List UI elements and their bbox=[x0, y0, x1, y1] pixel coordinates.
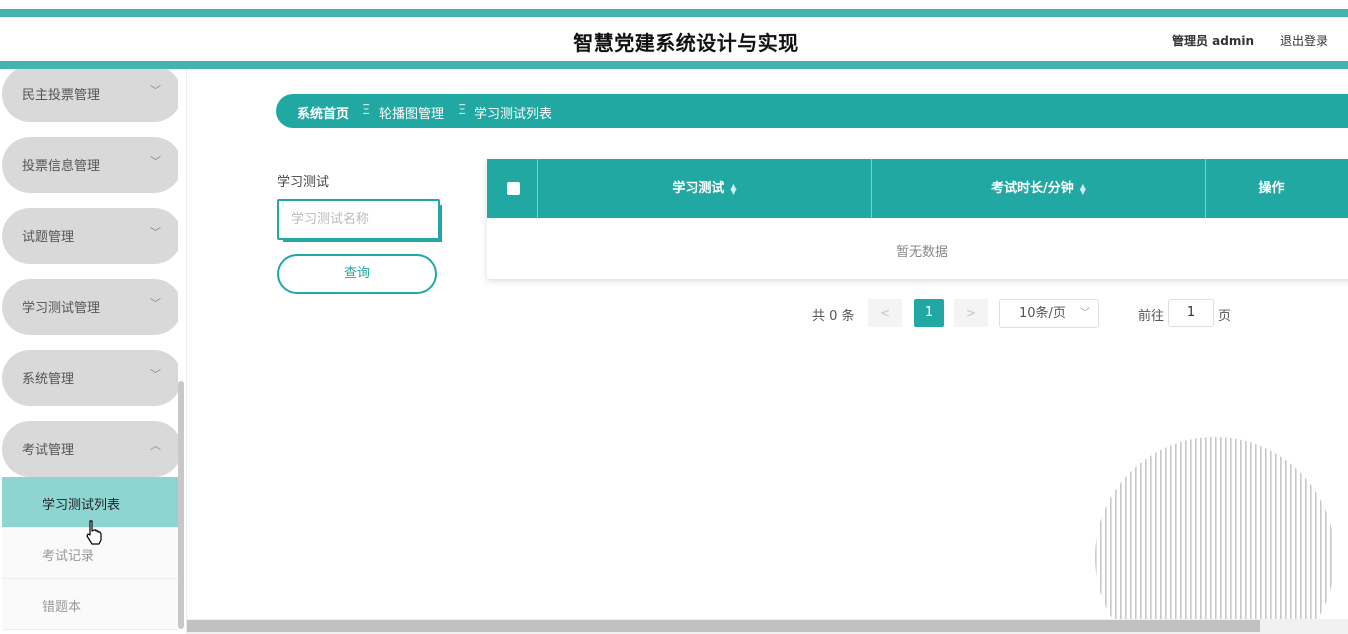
header: 智慧党建系统设计与实现 管理员 admin 退出登录 bbox=[0, 17, 1348, 61]
search-button[interactable]: 查询 bbox=[277, 254, 437, 294]
sidebar-item-exam[interactable]: 考试管理 ︿ bbox=[2, 421, 182, 477]
header-checkbox-cell bbox=[487, 159, 538, 218]
breadcrumb-home[interactable]: 系统首页 bbox=[297, 103, 349, 122]
pagination-total: 共 0 条 bbox=[812, 309, 855, 324]
sort-icon: ▲ ▼ bbox=[730, 181, 737, 196]
sidebar-item-label: 投票信息管理 bbox=[22, 159, 101, 174]
goto-label: 前往 bbox=[1138, 309, 1165, 324]
breadcrumb-current: 学习测试列表 bbox=[474, 107, 553, 122]
sidebar-item-label: 考试管理 bbox=[22, 443, 75, 458]
sidebar-item-vote-manage[interactable]: 民主投票管理 ﹀ bbox=[2, 69, 182, 122]
header-bottom-stripe bbox=[0, 61, 1348, 69]
breadcrumb-separator: Ξ bbox=[458, 103, 467, 118]
sidebar-item-label: 民主投票管理 bbox=[22, 88, 101, 103]
hand-pointer-cursor-icon bbox=[86, 520, 102, 545]
select-all-checkbox[interactable] bbox=[507, 182, 520, 195]
sidebar-subitem-label: 学习测试列表 bbox=[42, 498, 121, 513]
sidebar-subitem-wrong-book[interactable]: 错题本 bbox=[2, 579, 182, 630]
sidebar-item-system[interactable]: 系统管理 ﹀ bbox=[2, 350, 182, 406]
column-header-label: 考试时长/分钟 bbox=[991, 181, 1074, 196]
chevron-down-icon: ﹀ bbox=[1080, 308, 1090, 319]
sidebar-subitem-label: 错题本 bbox=[42, 600, 82, 615]
column-header-study-test[interactable]: 学习测试 ▲ ▼ bbox=[538, 159, 872, 218]
search-input[interactable] bbox=[277, 199, 440, 240]
column-header-actions: 操作 bbox=[1206, 159, 1348, 218]
column-header-label: 学习测试 bbox=[672, 181, 725, 196]
breadcrumb-separator: Ξ bbox=[362, 103, 371, 118]
sidebar-item-label: 试题管理 bbox=[22, 230, 75, 245]
header-top-stripe bbox=[0, 9, 1348, 17]
app-title: 智慧党建系统设计与实现 bbox=[573, 31, 799, 55]
goto-page-input[interactable]: 1 bbox=[1168, 299, 1214, 327]
decorative-striped-circle bbox=[1095, 437, 1335, 622]
prev-page-button[interactable]: < bbox=[868, 299, 902, 327]
goto-suffix: 页 bbox=[1218, 309, 1232, 324]
chevron-down-icon: ﹀ bbox=[150, 297, 161, 310]
page-size-value: 10条/页 bbox=[1019, 306, 1066, 321]
sidebar-item-label: 学习测试管理 bbox=[22, 301, 101, 316]
horizontal-scrollbar-thumb[interactable] bbox=[187, 620, 1260, 632]
current-user: 管理员 admin bbox=[1172, 34, 1255, 48]
sidebar-item-questions[interactable]: 试题管理 ﹀ bbox=[2, 208, 182, 264]
chevron-down-icon: ﹀ bbox=[150, 84, 161, 97]
chevron-down-icon: ﹀ bbox=[150, 155, 161, 168]
sidebar-subitem-label: 考试记录 bbox=[42, 549, 95, 564]
column-header-label: 操作 bbox=[1258, 181, 1285, 196]
page-size-select[interactable]: 10条/页 ﹀ bbox=[999, 299, 1099, 328]
breadcrumb-level2[interactable]: 轮播图管理 bbox=[379, 103, 444, 122]
page-number-current[interactable]: 1 bbox=[914, 299, 944, 327]
sidebar: 民主投票管理 ﹀ 投票信息管理 ﹀ 试题管理 ﹀ 学习测试管理 ﹀ 系统管理 ﹀… bbox=[0, 69, 187, 634]
breadcrumb: 系统首页 Ξ 轮播图管理 Ξ 学习测试列表 bbox=[276, 94, 1348, 128]
sidebar-scrollbar-thumb[interactable] bbox=[178, 381, 184, 629]
chevron-down-icon: ﹀ bbox=[150, 368, 161, 381]
column-header-duration[interactable]: 考试时长/分钟 ▲ ▼ bbox=[872, 159, 1206, 218]
sort-icon: ▲ ▼ bbox=[1079, 181, 1086, 196]
sidebar-item-label: 系统管理 bbox=[22, 372, 75, 387]
chevron-down-icon: ﹀ bbox=[150, 226, 161, 239]
data-table: 学习测试 ▲ ▼ 考试时长/分钟 ▲ ▼ 操作 暂无数据 bbox=[487, 159, 1348, 279]
sidebar-item-vote-info[interactable]: 投票信息管理 ﹀ bbox=[2, 137, 182, 193]
table-header: 学习测试 ▲ ▼ 考试时长/分钟 ▲ ▼ 操作 bbox=[487, 159, 1348, 218]
search-label: 学习测试 bbox=[277, 175, 330, 190]
sidebar-item-study-test[interactable]: 学习测试管理 ﹀ bbox=[2, 279, 182, 335]
empty-state: 暂无数据 bbox=[895, 245, 948, 260]
chevron-up-icon: ︿ bbox=[150, 439, 161, 452]
next-page-button[interactable]: > bbox=[954, 299, 988, 327]
logout-link[interactable]: 退出登录 bbox=[1280, 32, 1328, 49]
